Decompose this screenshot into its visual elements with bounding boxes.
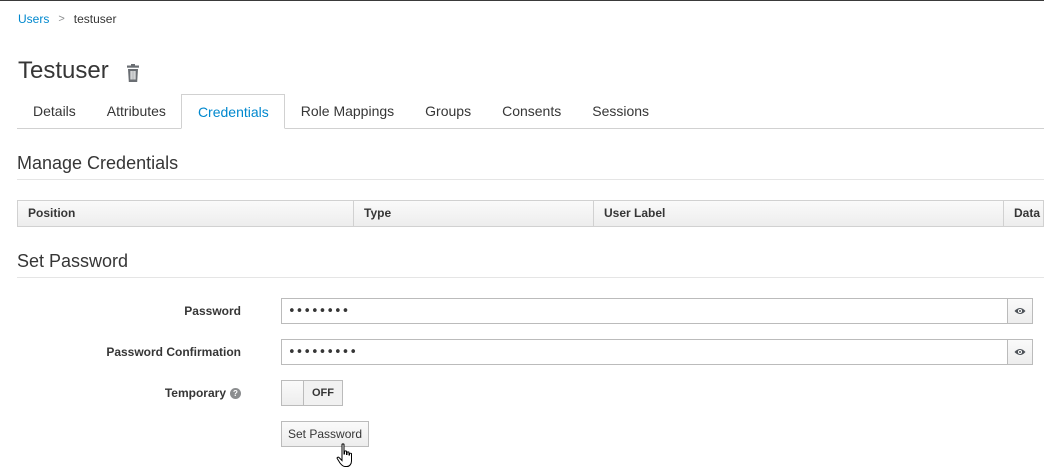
tab-credentials[interactable]: Credentials <box>180 94 285 129</box>
password-row: Password <box>17 298 1044 324</box>
manage-credentials-heading: Manage Credentials <box>17 153 179 173</box>
help-icon[interactable]: ? <box>230 387 241 399</box>
password-label: Password <box>184 304 241 318</box>
temporary-label-text: Temporary <box>164 386 226 400</box>
breadcrumb: Users > testuser <box>18 12 116 26</box>
temporary-label: Temporary ? <box>165 380 241 406</box>
toggle-state: OFF <box>304 381 342 405</box>
hand-cursor-icon <box>336 443 352 467</box>
toggle-knob <box>282 381 304 405</box>
page-title: Testuser <box>18 57 109 84</box>
section-divider <box>17 277 1044 278</box>
breadcrumb-separator: > <box>58 13 65 25</box>
eye-icon <box>1014 349 1026 355</box>
show-password-button[interactable] <box>1007 298 1033 324</box>
page: Users > testuser Testuser Details Attrib… <box>0 0 1044 474</box>
tab-role-mappings[interactable]: Role Mappings <box>285 94 409 129</box>
title-row: Testuser <box>18 57 141 85</box>
trash-icon[interactable] <box>125 64 141 82</box>
password-confirmation-input[interactable] <box>281 339 1007 365</box>
column-header-type[interactable]: Type <box>354 201 594 226</box>
tab-details[interactable]: Details <box>17 94 91 129</box>
tab-bar: Details Attributes Credentials Role Mapp… <box>17 94 1044 129</box>
column-header-data[interactable]: Data <box>1004 201 1043 226</box>
breadcrumb-users-link[interactable]: Users <box>18 12 49 26</box>
password-confirmation-input-group <box>281 339 1033 365</box>
column-header-user-label[interactable]: User Label <box>594 201 1004 226</box>
breadcrumb-current: testuser <box>73 12 117 26</box>
password-input[interactable] <box>281 298 1007 324</box>
temporary-toggle[interactable]: OFF <box>281 380 343 406</box>
submit-row: Set Password <box>17 421 1044 447</box>
password-confirmation-label: Password Confirmation <box>106 345 241 359</box>
temporary-row: Temporary ? OFF <box>17 380 1044 406</box>
show-password-confirmation-button[interactable] <box>1007 339 1033 365</box>
column-header-position[interactable]: Position <box>18 201 354 226</box>
section-divider <box>17 179 1044 180</box>
tab-consents[interactable]: Consents <box>486 94 576 129</box>
password-confirmation-row: Password Confirmation <box>17 339 1044 365</box>
tab-attributes[interactable]: Attributes <box>91 94 181 129</box>
credentials-table-header: Position Type User Label Data <box>17 200 1044 227</box>
tab-groups[interactable]: Groups <box>409 94 486 129</box>
set-password-heading: Set Password <box>17 251 129 271</box>
eye-icon <box>1014 308 1026 314</box>
password-input-group <box>281 298 1033 324</box>
tab-sessions[interactable]: Sessions <box>576 94 664 129</box>
